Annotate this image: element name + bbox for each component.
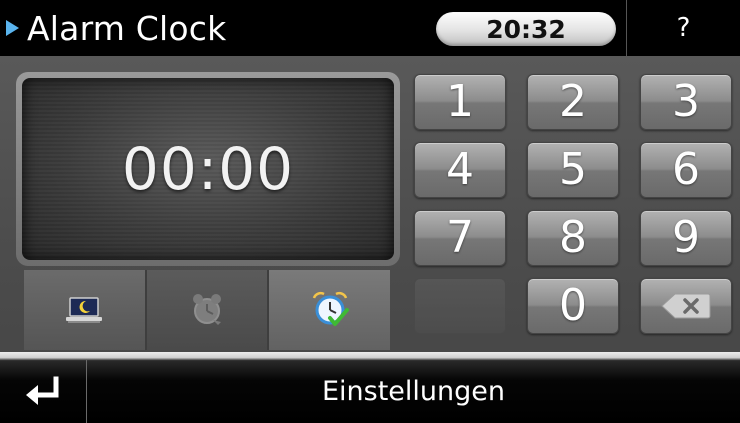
top-bar: Alarm Clock 20:32 ? bbox=[0, 0, 740, 56]
alarm-clock-off-icon bbox=[193, 294, 221, 325]
mode-buttons bbox=[24, 270, 391, 350]
return-arrow-icon bbox=[26, 376, 59, 405]
alarm-time-screen: 00:00 bbox=[22, 78, 394, 260]
keypad-key-4[interactable]: 4 bbox=[414, 142, 506, 198]
alarm-on-button[interactable] bbox=[269, 270, 391, 350]
keypad-key-7[interactable]: 7 bbox=[414, 210, 506, 266]
keypad-key-1[interactable]: 1 bbox=[414, 74, 506, 130]
bottom-bar: Einstellungen bbox=[0, 352, 740, 423]
keypad-key-0[interactable]: 0 bbox=[527, 278, 619, 334]
backspace-icon bbox=[661, 293, 711, 319]
alarm-clock-check-icon bbox=[312, 291, 349, 326]
alarm-clock-screen: Alarm Clock 20:32 ? 00:00 1 2 3 4 5 6 7 … bbox=[0, 0, 740, 423]
moon-laptop-icon bbox=[66, 297, 103, 323]
alarm-time-value: 00:00 bbox=[121, 135, 295, 203]
keypad-key-5[interactable]: 5 bbox=[527, 142, 619, 198]
sleep-mode-button[interactable] bbox=[24, 270, 147, 350]
current-time-display: 20:32 bbox=[436, 12, 616, 46]
alarm-time-display: 00:00 bbox=[16, 72, 400, 266]
app-title: Alarm Clock bbox=[27, 8, 227, 48]
keypad-blank bbox=[414, 278, 506, 334]
keypad-key-2[interactable]: 2 bbox=[527, 74, 619, 130]
help-button[interactable]: ? bbox=[627, 0, 740, 56]
alarm-off-button[interactable] bbox=[146, 270, 270, 350]
title-area: Alarm Clock bbox=[6, 6, 226, 50]
settings-button[interactable]: Einstellungen bbox=[87, 360, 740, 423]
keypad-key-9[interactable]: 9 bbox=[640, 210, 732, 266]
back-button[interactable] bbox=[0, 360, 86, 423]
keypad-key-8[interactable]: 8 bbox=[527, 210, 619, 266]
keypad-key-3[interactable]: 3 bbox=[640, 74, 732, 130]
play-arrow-icon bbox=[6, 20, 19, 36]
backspace-button[interactable] bbox=[640, 278, 732, 334]
keypad-key-6[interactable]: 6 bbox=[640, 142, 732, 198]
